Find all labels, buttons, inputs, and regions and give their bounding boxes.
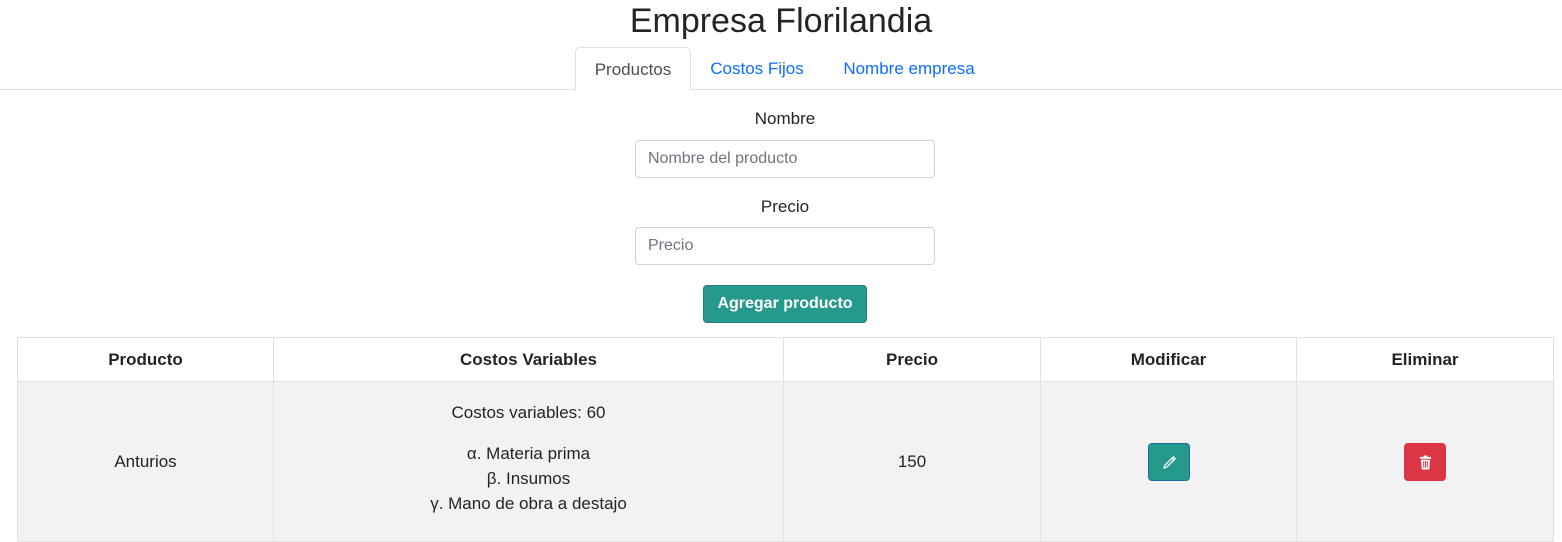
price-input[interactable] (635, 227, 935, 265)
tab-nombre-empresa[interactable]: Nombre empresa (825, 47, 993, 90)
variable-costs-title: Costos variables: 60 (451, 402, 606, 422)
page-title: Empresa Florilandia (629, 2, 933, 40)
header-precio: Precio (783, 337, 1041, 382)
delete-button[interactable] (1404, 442, 1446, 481)
variable-cost-item: α. Materia prima (466, 443, 591, 463)
delete-cell (1296, 381, 1554, 542)
edit-button[interactable] (1147, 442, 1190, 481)
modify-cell (1040, 381, 1297, 542)
tab-costos-fijos[interactable]: Costos Fijos (692, 47, 822, 90)
products-table: Producto Costos Variables Precio Modific… (17, 337, 1554, 542)
table-header-row: Producto Costos Variables Precio Modific… (17, 337, 1554, 382)
header-producto: Producto (17, 337, 274, 382)
name-label: Nombre (754, 109, 816, 128)
trash-icon (1419, 454, 1432, 470)
product-name-input[interactable] (635, 140, 935, 178)
tab-productos[interactable]: Productos (575, 47, 691, 91)
variable-cost-item: γ. Mano de obra a destajo (430, 493, 627, 513)
product-cell: Anturios (17, 381, 274, 542)
add-product-button[interactable]: Agregar producto (703, 285, 867, 323)
nav-tabs: Productos Costos Fijos Nombre empresa (0, 47, 1562, 91)
price-cell: 150 (783, 381, 1041, 542)
header-costos-variables: Costos Variables (273, 337, 784, 382)
table-row: Anturios Costos variables: 60 α. Materia… (17, 381, 1554, 542)
header-modificar: Modificar (1040, 337, 1297, 382)
variable-costs-cell: Costos variables: 60 α. Materia prima β.… (273, 381, 784, 542)
header-eliminar: Eliminar (1296, 337, 1554, 382)
variable-cost-item: β. Insumos (486, 468, 571, 488)
pencil-icon (1162, 455, 1176, 469)
price-label: Precio (760, 197, 810, 216)
